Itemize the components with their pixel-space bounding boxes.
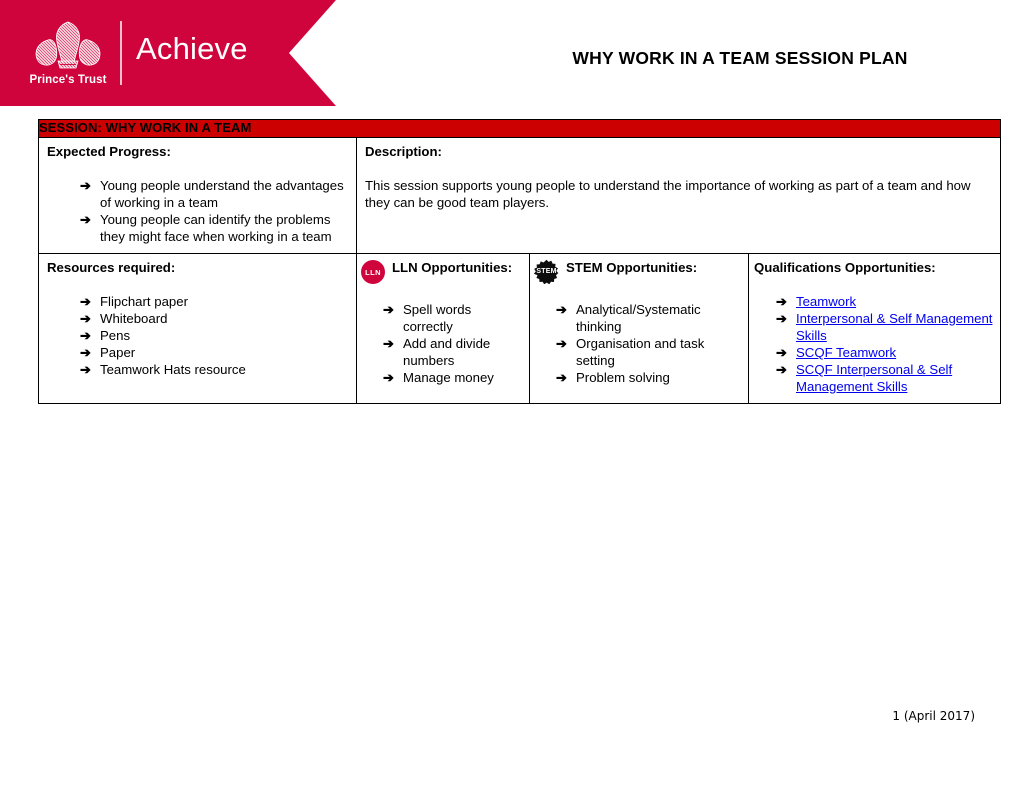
list-item-label: Flipchart paper: [100, 294, 188, 309]
list-item-label: Add and divide numbers: [403, 336, 491, 368]
arrow-bullet-icon: ➔: [776, 311, 787, 326]
arrow-bullet-icon: ➔: [556, 302, 567, 317]
arrow-bullet-icon: ➔: [80, 328, 91, 343]
stem-opportunities-list: ➔ Analytical/Systematic thinking ➔ Organ…: [534, 301, 742, 386]
arrow-bullet-icon: ➔: [80, 345, 91, 360]
arrow-bullet-icon: ➔: [776, 294, 787, 309]
list-item: ➔ Pens: [80, 327, 350, 344]
description-title: Description:: [365, 144, 442, 159]
arrow-bullet-icon: ➔: [776, 345, 787, 360]
session-plan-table: SESSION: WHY WORK IN A TEAM Expected Pro…: [37, 119, 1002, 404]
list-item-label: Whiteboard: [100, 311, 168, 326]
arrow-bullet-icon: ➔: [80, 362, 91, 377]
stem-badge-label: STEM: [536, 268, 557, 275]
list-item-label: Pens: [100, 328, 131, 343]
stem-badge-icon: STEM: [534, 259, 559, 284]
stem-opportunities-title: STEM Opportunities:: [566, 260, 698, 275]
list-item-label: Young people can identify the problems t…: [100, 212, 332, 244]
list-item: ➔ Paper: [80, 344, 350, 361]
list-item: ➔ SCQF Interpersonal & Self Management S…: [776, 361, 994, 395]
list-item: ➔ Analytical/Systematic thinking: [556, 301, 742, 335]
list-item: ➔ Teamwork Hats resource: [80, 361, 350, 378]
page-title: WHY WORK IN A TEAM SESSION PLAN: [572, 48, 908, 68]
list-item: ➔ SCQF Teamwork: [776, 344, 994, 361]
qualification-link-scqf-interpersonal-self-management-skills[interactable]: SCQF Interpersonal & Self Management Ski…: [796, 362, 952, 394]
lln-opportunities-cell: LLN LLN Opportunities: ➔ Spell words cor…: [356, 253, 530, 404]
list-item: ➔ Young people can identify the problems…: [80, 211, 350, 245]
session-header-text: SESSION: WHY WORK IN A TEAM: [39, 120, 252, 135]
arrow-bullet-icon: ➔: [80, 212, 91, 227]
resources-title: Resources required:: [47, 260, 176, 275]
qualification-link-scqf-teamwork[interactable]: SCQF Teamwork: [796, 345, 896, 360]
qualifications-opportunities-cell: Qualifications Opportunities: ➔ Teamwork…: [747, 253, 1002, 404]
lln-badge-icon: LLN: [361, 260, 385, 284]
table-row-resources-opportunities: Resources required: ➔ Flipchart paper ➔ …: [38, 253, 1002, 404]
list-item: ➔ Young people understand the advantages…: [80, 177, 350, 211]
list-item: ➔ Add and divide numbers: [383, 335, 523, 369]
arrow-bullet-icon: ➔: [383, 370, 394, 385]
qualification-link-interpersonal-self-management-skills[interactable]: Interpersonal & Self Management Skills: [796, 311, 992, 343]
princes-trust-wordmark: Prince's Trust: [29, 74, 107, 86]
list-item: ➔ Organisation and task setting: [556, 335, 742, 369]
list-item: ➔ Whiteboard: [80, 310, 350, 327]
list-item-label: Problem solving: [576, 370, 670, 385]
expected-progress-title: Expected Progress:: [47, 144, 171, 159]
arrow-bullet-icon: ➔: [383, 336, 394, 351]
expected-progress-cell: Expected Progress: ➔ Young people unders…: [38, 137, 357, 254]
lln-badge-label: LLN: [365, 267, 381, 277]
list-item-label: Analytical/Systematic thinking: [576, 302, 701, 334]
page-footer-note: 1 (April 2017): [892, 709, 975, 723]
brand-divider: [120, 21, 122, 85]
lln-opportunities-list: ➔ Spell words correctly ➔ Add and divide…: [361, 301, 523, 386]
princes-trust-logo: Prince's Trust: [22, 20, 114, 86]
arrow-bullet-icon: ➔: [80, 311, 91, 326]
list-item: ➔ Flipchart paper: [80, 293, 350, 310]
list-item: ➔ Interpersonal & Self Management Skills: [776, 310, 994, 344]
list-item-label: Young people understand the advantages o…: [100, 178, 344, 210]
list-item-label: Manage money: [403, 370, 494, 385]
table-row-progress-description: Expected Progress: ➔ Young people unders…: [38, 137, 1002, 254]
list-item-label: Organisation and task setting: [576, 336, 705, 368]
qualifications-opportunities-title: Qualifications Opportunities:: [754, 260, 936, 275]
list-item-label: Teamwork Hats resource: [100, 362, 246, 377]
list-item: ➔ Manage money: [383, 369, 523, 386]
session-plan-table-wrapper: SESSION: WHY WORK IN A TEAM Expected Pro…: [37, 119, 1002, 404]
achieve-wordmark: Achieve: [136, 30, 248, 66]
brand-lockup: Prince's Trust Achieve: [22, 10, 252, 96]
princes-trust-feathers-crest-icon: [31, 20, 105, 72]
arrow-bullet-icon: ➔: [556, 336, 567, 351]
arrow-bullet-icon: ➔: [80, 178, 91, 193]
list-item: ➔ Problem solving: [556, 369, 742, 386]
stem-opportunities-cell: STEM STEM Opportunities: ➔ Analytical/Sy…: [529, 253, 749, 404]
qualifications-list: ➔ Teamwork ➔ Interpersonal & Self Manage…: [754, 293, 994, 395]
resources-list: ➔ Flipchart paper ➔ Whiteboard ➔ Pens ➔ …: [47, 293, 350, 378]
list-item-label: Paper: [100, 345, 136, 360]
list-item: ➔ Spell words correctly: [383, 301, 523, 335]
lln-opportunities-title: LLN Opportunities:: [392, 260, 513, 275]
list-item: ➔ Teamwork: [776, 293, 994, 310]
resources-cell: Resources required: ➔ Flipchart paper ➔ …: [38, 253, 357, 404]
arrow-bullet-icon: ➔: [80, 294, 91, 309]
expected-progress-list: ➔ Young people understand the advantages…: [47, 177, 350, 245]
description-text: This session supports young people to un…: [365, 178, 971, 210]
arrow-bullet-icon: ➔: [556, 370, 567, 385]
arrow-bullet-icon: ➔: [383, 302, 394, 317]
qualification-link-teamwork[interactable]: Teamwork: [796, 294, 856, 309]
session-header-cell: SESSION: WHY WORK IN A TEAM: [37, 119, 1002, 138]
description-cell: Description: This session supports young…: [355, 137, 1002, 254]
arrow-bullet-icon: ➔: [776, 362, 787, 377]
table-row-session-header: SESSION: WHY WORK IN A TEAM: [37, 119, 1002, 138]
list-item-label: Spell words correctly: [403, 302, 472, 334]
